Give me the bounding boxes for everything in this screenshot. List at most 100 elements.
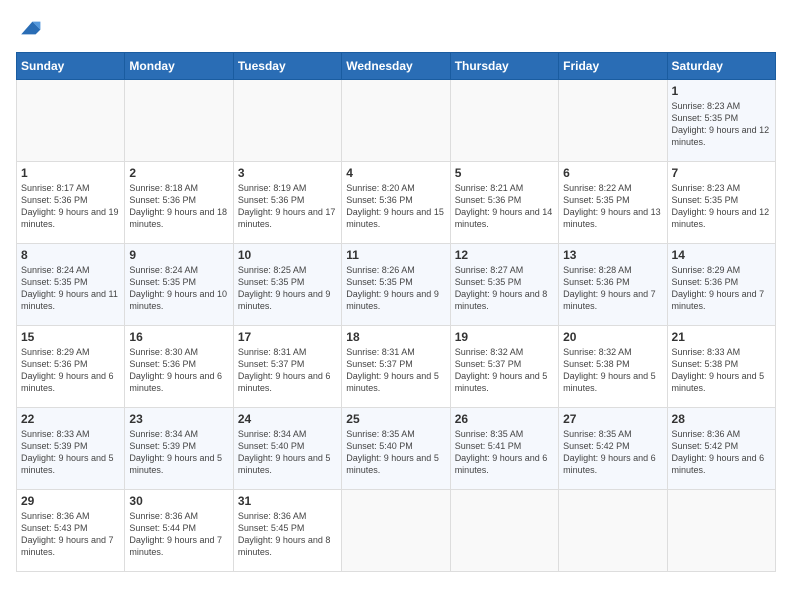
calendar-cell: 1Sunrise: 8:23 AMSunset: 5:35 PMDaylight… <box>667 80 775 162</box>
cell-info: Sunrise: 8:36 AMSunset: 5:44 PMDaylight:… <box>129 510 228 559</box>
calendar-cell: 23 Sunrise: 8:34 AMSunset: 5:39 PMDayligh… <box>125 408 233 490</box>
calendar-cell: 19 Sunrise: 8:32 AMSunset: 5:37 PMDayligh… <box>450 326 558 408</box>
calendar-cell: 26 Sunrise: 8:35 AMSunset: 5:41 PMDayligh… <box>450 408 558 490</box>
cell-info: Sunrise: 8:34 AMSunset: 5:40 PMDaylight:… <box>238 428 337 477</box>
day-number: 29 <box>21 494 120 508</box>
calendar-week-row: 15 Sunrise: 8:29 AMSunset: 5:36 PMDayligh… <box>17 326 776 408</box>
calendar-week-row: 1 Sunrise: 8:17 AMSunset: 5:36 PMDaylight… <box>17 162 776 244</box>
calendar-week-row: 22Sunrise: 8:33 AMSunset: 5:39 PMDayligh… <box>17 408 776 490</box>
calendar-cell: 13Sunrise: 8:28 AMSunset: 5:36 PMDayligh… <box>559 244 667 326</box>
day-header: Monday <box>125 53 233 80</box>
day-number: 11 <box>346 248 445 262</box>
calendar-cell: 7Sunrise: 8:23 AMSunset: 5:35 PMDaylight… <box>667 162 775 244</box>
calendar-cell: 10 Sunrise: 8:25 AMSunset: 5:35 PMDayligh… <box>233 244 341 326</box>
calendar-cell <box>17 80 125 162</box>
calendar-cell: 4 Sunrise: 8:20 AMSunset: 5:36 PMDaylight… <box>342 162 450 244</box>
cell-info: Sunrise: 8:23 AMSunset: 5:35 PMDaylight:… <box>672 100 771 149</box>
calendar-cell: 15 Sunrise: 8:29 AMSunset: 5:36 PMDayligh… <box>17 326 125 408</box>
cell-info: Sunrise: 8:22 AMSunset: 5:35 PMDaylight:… <box>563 182 662 231</box>
calendar-cell: 21Sunrise: 8:33 AMSunset: 5:38 PMDayligh… <box>667 326 775 408</box>
day-header: Saturday <box>667 53 775 80</box>
day-number: 9 <box>129 248 228 262</box>
cell-info: Sunrise: 8:30 AMSunset: 5:36 PMDaylight:… <box>129 346 228 395</box>
cell-info: Sunrise: 8:25 AMSunset: 5:35 PMDaylight:… <box>238 264 337 313</box>
calendar-cell <box>667 490 775 572</box>
calendar-cell: 16 Sunrise: 8:30 AMSunset: 5:36 PMDayligh… <box>125 326 233 408</box>
day-number: 4 <box>346 166 445 180</box>
calendar-cell: 30 Sunrise: 8:36 AMSunset: 5:44 PMDayligh… <box>125 490 233 572</box>
cell-info: Sunrise: 8:18 AMSunset: 5:36 PMDaylight:… <box>129 182 228 231</box>
day-number: 6 <box>563 166 662 180</box>
day-number: 22 <box>21 412 120 426</box>
calendar-cell: 20Sunrise: 8:32 AMSunset: 5:38 PMDayligh… <box>559 326 667 408</box>
calendar-cell: 22Sunrise: 8:33 AMSunset: 5:39 PMDayligh… <box>17 408 125 490</box>
cell-info: Sunrise: 8:24 AMSunset: 5:35 PMDaylight:… <box>21 264 120 313</box>
calendar-cell <box>559 80 667 162</box>
day-number: 27 <box>563 412 662 426</box>
cell-info: Sunrise: 8:35 AMSunset: 5:42 PMDaylight:… <box>563 428 662 477</box>
day-number: 10 <box>238 248 337 262</box>
day-number: 26 <box>455 412 554 426</box>
cell-info: Sunrise: 8:36 AMSunset: 5:45 PMDaylight:… <box>238 510 337 559</box>
calendar-cell: 29 Sunrise: 8:36 AMSunset: 5:43 PMDayligh… <box>17 490 125 572</box>
calendar-cell: 27 Sunrise: 8:35 AMSunset: 5:42 PMDayligh… <box>559 408 667 490</box>
calendar-cell: 2Sunrise: 8:18 AMSunset: 5:36 PMDaylight… <box>125 162 233 244</box>
cell-info: Sunrise: 8:26 AMSunset: 5:35 PMDaylight:… <box>346 264 445 313</box>
calendar-cell <box>342 490 450 572</box>
cell-info: Sunrise: 8:32 AMSunset: 5:37 PMDaylight:… <box>455 346 554 395</box>
logo-icon <box>18 16 42 40</box>
calendar-cell: 14 Sunrise: 8:29 AMSunset: 5:36 PMDayligh… <box>667 244 775 326</box>
calendar-cell <box>125 80 233 162</box>
day-header: Wednesday <box>342 53 450 80</box>
calendar-cell <box>233 80 341 162</box>
day-number: 19 <box>455 330 554 344</box>
logo <box>16 16 42 40</box>
cell-info: Sunrise: 8:27 AMSunset: 5:35 PMDaylight:… <box>455 264 554 313</box>
day-number: 18 <box>346 330 445 344</box>
cell-info: Sunrise: 8:36 AMSunset: 5:42 PMDaylight:… <box>672 428 771 477</box>
day-number: 31 <box>238 494 337 508</box>
cell-info: Sunrise: 8:20 AMSunset: 5:36 PMDaylight:… <box>346 182 445 231</box>
day-number: 17 <box>238 330 337 344</box>
day-number: 24 <box>238 412 337 426</box>
cell-info: Sunrise: 8:21 AMSunset: 5:36 PMDaylight:… <box>455 182 554 231</box>
calendar-week-row: 8 Sunrise: 8:24 AMSunset: 5:35 PMDaylight… <box>17 244 776 326</box>
day-number: 1 <box>21 166 120 180</box>
cell-info: Sunrise: 8:24 AMSunset: 5:35 PMDaylight:… <box>129 264 228 313</box>
calendar-cell: 6 Sunrise: 8:22 AMSunset: 5:35 PMDaylight… <box>559 162 667 244</box>
calendar-cell <box>450 80 558 162</box>
calendar-week-row: 29 Sunrise: 8:36 AMSunset: 5:43 PMDayligh… <box>17 490 776 572</box>
cell-info: Sunrise: 8:31 AMSunset: 5:37 PMDaylight:… <box>346 346 445 395</box>
calendar-cell: 28Sunrise: 8:36 AMSunset: 5:42 PMDayligh… <box>667 408 775 490</box>
cell-info: Sunrise: 8:29 AMSunset: 5:36 PMDaylight:… <box>672 264 771 313</box>
day-number: 30 <box>129 494 228 508</box>
day-header: Friday <box>559 53 667 80</box>
day-number: 21 <box>672 330 771 344</box>
cell-info: Sunrise: 8:36 AMSunset: 5:43 PMDaylight:… <box>21 510 120 559</box>
cell-info: Sunrise: 8:29 AMSunset: 5:36 PMDaylight:… <box>21 346 120 395</box>
calendar-cell: 1 Sunrise: 8:17 AMSunset: 5:36 PMDaylight… <box>17 162 125 244</box>
day-number: 16 <box>129 330 228 344</box>
cell-info: Sunrise: 8:31 AMSunset: 5:37 PMDaylight:… <box>238 346 337 395</box>
calendar-cell: 17 Sunrise: 8:31 AMSunset: 5:37 PMDayligh… <box>233 326 341 408</box>
day-number: 15 <box>21 330 120 344</box>
calendar-cell <box>342 80 450 162</box>
cell-info: Sunrise: 8:35 AMSunset: 5:41 PMDaylight:… <box>455 428 554 477</box>
calendar-cell: 11 Sunrise: 8:26 AMSunset: 5:35 PMDayligh… <box>342 244 450 326</box>
calendar-cell: 18 Sunrise: 8:31 AMSunset: 5:37 PMDayligh… <box>342 326 450 408</box>
calendar-cell: 8 Sunrise: 8:24 AMSunset: 5:35 PMDaylight… <box>17 244 125 326</box>
cell-info: Sunrise: 8:34 AMSunset: 5:39 PMDaylight:… <box>129 428 228 477</box>
page-header <box>16 16 776 40</box>
cell-info: Sunrise: 8:17 AMSunset: 5:36 PMDaylight:… <box>21 182 120 231</box>
calendar-header-row: SundayMondayTuesdayWednesdayThursdayFrid… <box>17 53 776 80</box>
day-header: Thursday <box>450 53 558 80</box>
day-number: 14 <box>672 248 771 262</box>
day-number: 3 <box>238 166 337 180</box>
day-number: 20 <box>563 330 662 344</box>
calendar-cell: 31 Sunrise: 8:36 AMSunset: 5:45 PMDayligh… <box>233 490 341 572</box>
calendar-cell: 12Sunrise: 8:27 AMSunset: 5:35 PMDayligh… <box>450 244 558 326</box>
calendar-cell <box>450 490 558 572</box>
calendar-cell: 25Sunrise: 8:35 AMSunset: 5:40 PMDayligh… <box>342 408 450 490</box>
day-number: 8 <box>21 248 120 262</box>
day-number: 23 <box>129 412 228 426</box>
